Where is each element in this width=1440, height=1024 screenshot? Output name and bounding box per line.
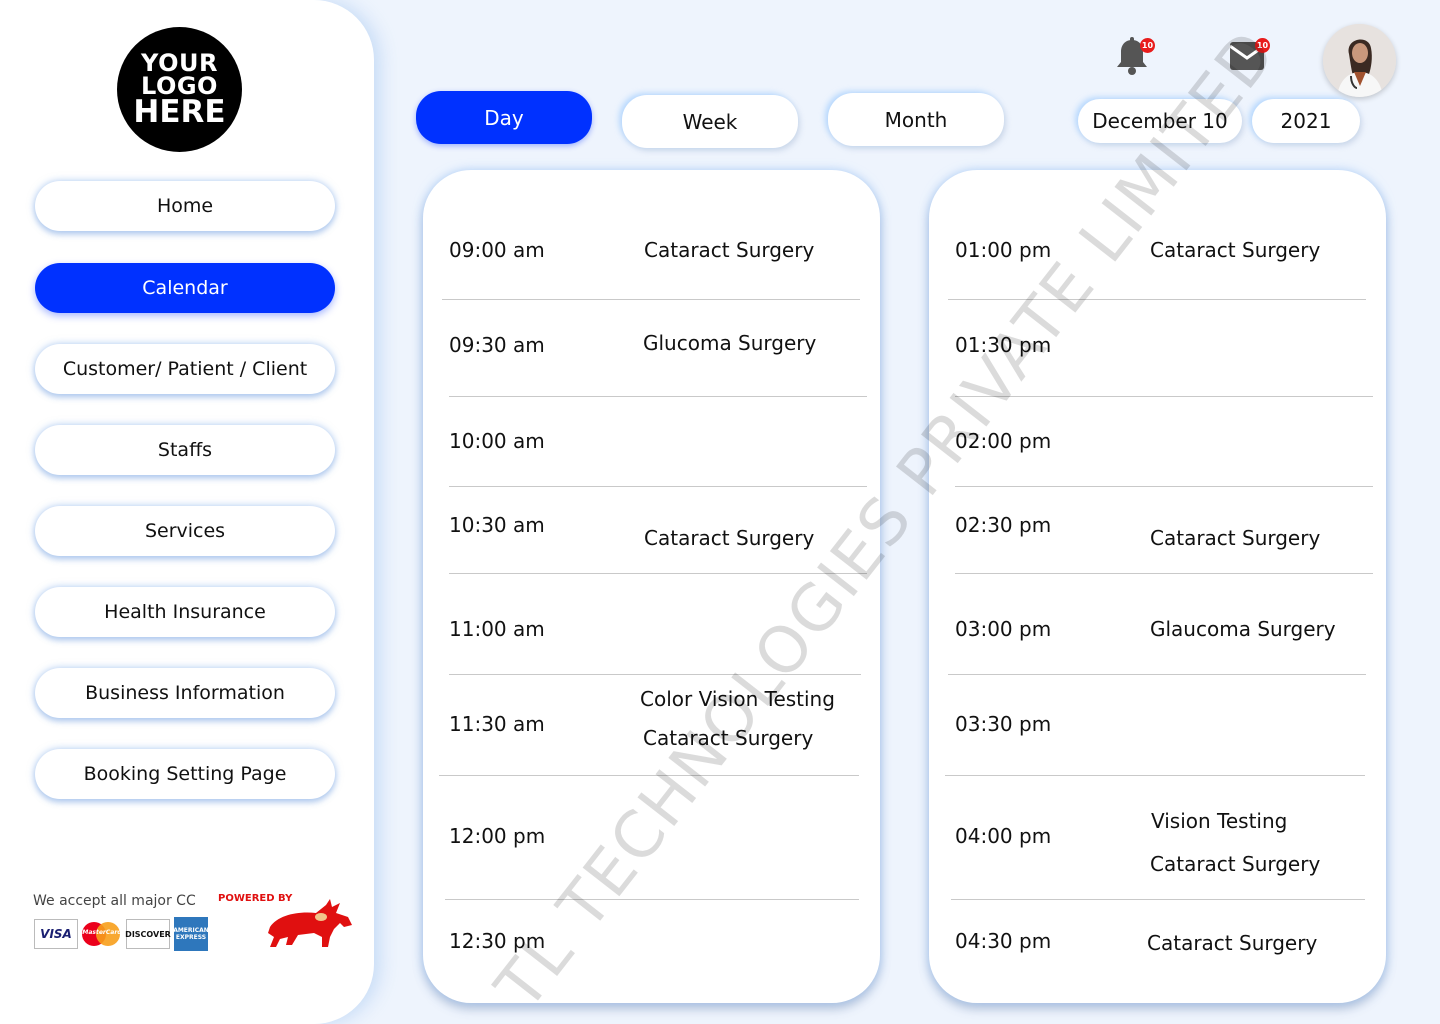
slot-time: 03:00 pm <box>955 617 1052 641</box>
slot-divider <box>445 899 859 900</box>
appointment[interactable]: Cataract Surgery <box>644 238 814 262</box>
sidebar-item-booking-setting-page[interactable]: Booking Setting Page <box>35 749 335 799</box>
sidebar-item-home[interactable]: Home <box>35 181 335 231</box>
slot-time: 03:30 pm <box>955 712 1052 736</box>
date-year-selector[interactable]: 2021 <box>1252 99 1360 143</box>
date-day-selector[interactable]: December 10 <box>1078 99 1242 143</box>
doctor-avatar-icon <box>1323 24 1396 97</box>
powered-by-text: POWERED BY <box>218 893 293 904</box>
sidebar-item-calendar[interactable]: Calendar <box>35 263 335 313</box>
appointment[interactable]: Cataract Surgery <box>1150 238 1320 262</box>
mastercard-label: MasterCard <box>82 929 122 936</box>
slot-divider <box>948 299 1366 300</box>
appointment[interactable]: Cataract Surgery <box>644 526 814 550</box>
slot-divider <box>945 775 1365 776</box>
slot-time: 09:00 am <box>449 238 545 262</box>
logo-line-3: HERE <box>133 93 226 130</box>
appointment[interactable]: Glucoma Surgery <box>643 331 816 355</box>
mastercard-icon: MasterCard <box>82 919 122 949</box>
sidebar-item-services[interactable]: Services <box>35 506 335 556</box>
slot-time: 11:30 am <box>449 712 545 736</box>
sidebar-item-staffs[interactable]: Staffs <box>35 425 335 475</box>
messages-badge: 10 <box>1255 38 1270 53</box>
slot-time: 02:30 pm <box>955 513 1052 537</box>
powered-by-logo: POWERED BY <box>218 893 358 953</box>
notifications-badge: 10 <box>1140 38 1155 53</box>
schedule-panel-morning: 09:00 am Cataract Surgery 09:30 am Gluco… <box>423 170 880 1003</box>
slot-time: 12:00 pm <box>449 824 546 848</box>
appointment[interactable]: Cataract Surgery <box>1150 526 1320 550</box>
amex-card-icon: AMERICAN EXPRESS <box>173 917 209 951</box>
appointment[interactable]: Cataract Surgery <box>643 726 813 750</box>
tab-month[interactable]: Month <box>828 93 1004 146</box>
slot-time: 10:30 am <box>449 513 545 537</box>
slot-divider <box>449 486 867 487</box>
appointment[interactable]: Cataract Surgery <box>1147 931 1317 955</box>
slot-time: 01:30 pm <box>955 333 1052 357</box>
slot-time: 11:00 am <box>449 617 545 641</box>
cc-accept-text: We accept all major CC <box>33 893 196 909</box>
tab-week[interactable]: Week <box>622 95 798 148</box>
slot-divider <box>449 573 867 574</box>
tab-day[interactable]: Day <box>416 91 592 144</box>
discover-card-icon: DISCOVER <box>125 919 171 949</box>
sidebar-item-business-information[interactable]: Business Information <box>35 668 335 718</box>
payment-cards: VISA MasterCard DISCOVER AMERICAN EXPRES… <box>34 917 209 951</box>
slot-divider <box>449 396 867 397</box>
slot-time: 09:30 am <box>449 333 545 357</box>
slot-divider <box>442 299 860 300</box>
sidebar-item-customer-patient-client[interactable]: Customer/ Patient / Client <box>35 344 335 394</box>
visa-card-icon: VISA <box>34 919 78 949</box>
schedule-panel-afternoon: 01:00 pm Cataract Surgery 01:30 pm 02:00… <box>929 170 1386 1003</box>
avatar[interactable] <box>1323 24 1396 97</box>
slot-time: 10:00 am <box>449 429 545 453</box>
sidebar-item-health-insurance[interactable]: Health Insurance <box>35 587 335 637</box>
slot-divider <box>449 674 861 675</box>
slot-divider <box>955 486 1373 487</box>
slot-time: 01:00 pm <box>955 238 1052 262</box>
appointment[interactable]: Glaucoma Surgery <box>1150 617 1336 641</box>
slot-divider <box>955 396 1373 397</box>
appointment[interactable]: Vision Testing <box>1151 809 1287 833</box>
slot-divider <box>955 573 1373 574</box>
appointment[interactable]: Cataract Surgery <box>1150 852 1320 876</box>
slot-time: 04:30 pm <box>955 929 1052 953</box>
slot-divider <box>948 674 1366 675</box>
sidebar: YOUR LOGO HERE Home Calendar Customer/ P… <box>0 0 374 1024</box>
logo[interactable]: YOUR LOGO HERE <box>117 27 242 152</box>
notifications-button[interactable]: 10 <box>1114 36 1155 80</box>
slot-time: 12:30 pm <box>449 929 546 953</box>
slot-time: 02:00 pm <box>955 429 1052 453</box>
appointment[interactable]: Color Vision Testing <box>640 687 835 711</box>
messages-button[interactable]: 10 <box>1228 38 1270 76</box>
slot-time: 04:00 pm <box>955 824 1052 848</box>
slot-divider <box>439 775 859 776</box>
slot-divider <box>951 899 1365 900</box>
